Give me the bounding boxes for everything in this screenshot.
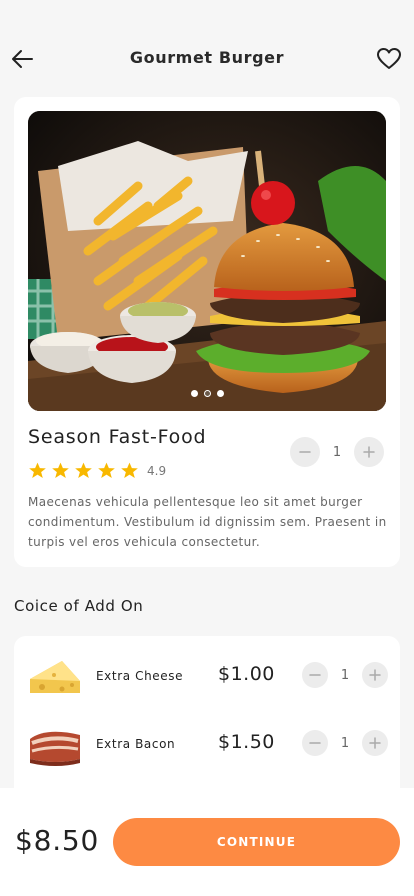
addon-name: Extra Cheese: [96, 669, 184, 683]
minus-icon: [309, 742, 321, 744]
addon-price: $1.00: [218, 663, 275, 685]
cheese-image: [30, 661, 80, 693]
page-title: Gourmet Burger: [129, 48, 285, 67]
increase-addon-button[interactable]: [362, 662, 388, 688]
addon-quantity-value: 1: [340, 735, 350, 751]
addon-name: Extra Bacon: [96, 737, 176, 751]
product-quantity-stepper: 1: [290, 437, 384, 467]
bacon-image: [30, 731, 80, 766]
carousel-dot-active[interactable]: [203, 390, 211, 397]
minus-icon: [309, 674, 321, 676]
addon-item-extra-bacon: Extra Bacon $1.50 1: [14, 717, 400, 773]
star-icon: [121, 462, 138, 479]
addon-heading: Coice of Add On: [14, 597, 144, 615]
addon-item-extra-cheese: Extra Cheese $1.00 1: [14, 649, 400, 705]
decrease-quantity-button[interactable]: [290, 437, 320, 467]
carousel-dot[interactable]: [190, 390, 198, 397]
carousel-dots: [28, 390, 386, 397]
product-image-carousel[interactable]: [28, 111, 386, 411]
quantity-value: 1: [332, 444, 342, 460]
star-icon: [52, 462, 69, 479]
increase-quantity-button[interactable]: [354, 437, 384, 467]
addon-quantity-value: 1: [340, 667, 350, 683]
burger-image: [28, 111, 386, 411]
heart-icon: [377, 48, 401, 69]
addon-quantity-stepper: 1: [302, 730, 388, 756]
increase-addon-button[interactable]: [362, 730, 388, 756]
addon-quantity-stepper: 1: [302, 662, 388, 688]
decrease-addon-button[interactable]: [302, 662, 328, 688]
carousel-dot[interactable]: [216, 390, 224, 397]
minus-icon: [299, 451, 311, 453]
addon-price: $1.50: [218, 731, 275, 753]
checkout-bar: $8.50 CONTINUE: [0, 788, 414, 896]
star-icon: [98, 462, 115, 479]
product-description: Maecenas vehicula pellentesque leo sit a…: [28, 495, 387, 549]
star-icon: [29, 462, 46, 479]
decrease-addon-button[interactable]: [302, 730, 328, 756]
continue-button[interactable]: CONTINUE: [113, 818, 400, 866]
plus-icon: [363, 446, 375, 458]
product-card: Season Fast-Food 4.9 1 Maecenas vehicula…: [14, 97, 400, 567]
star-icon: [75, 462, 92, 479]
rating: 4.9: [28, 461, 166, 480]
plus-icon: [369, 737, 381, 749]
favorite-button[interactable]: [376, 46, 402, 72]
rating-value: 4.9: [147, 463, 167, 478]
total-price: $8.50: [15, 824, 100, 857]
plus-icon: [369, 669, 381, 681]
product-name: Season Fast-Food: [28, 426, 207, 448]
